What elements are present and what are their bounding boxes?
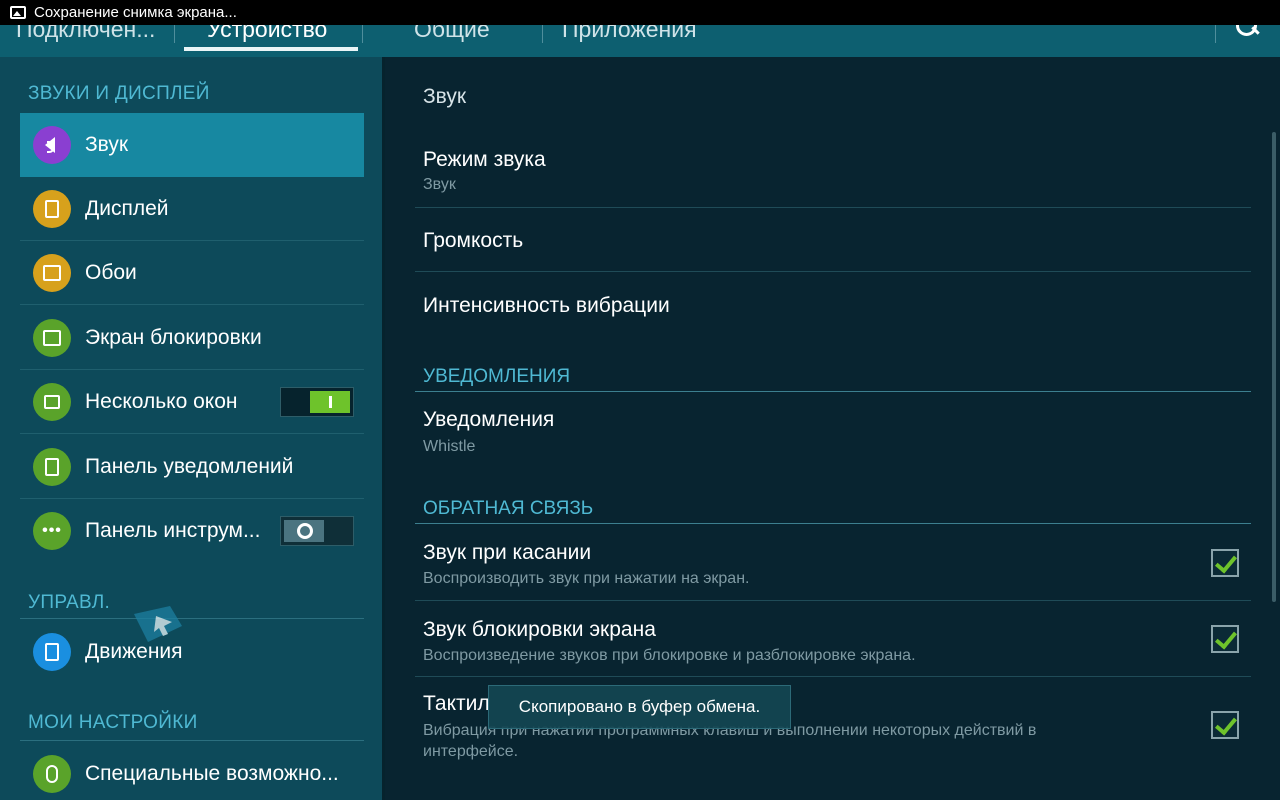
watermark-logo-icon	[134, 606, 182, 642]
lock-sound-checkbox[interactable]	[1211, 625, 1239, 653]
section-notifications: УВЕДОМЛЕНИЯ	[423, 366, 571, 387]
hand-icon	[33, 755, 71, 793]
setting-subtitle: Воспроизводить звук при нажатии на экран…	[423, 570, 750, 587]
tab-separator	[1215, 25, 1216, 43]
setting-subtitle: Воспроизведение звуков при блокировке и …	[423, 647, 916, 664]
setting-title: Громкость	[423, 229, 524, 252]
speaker-icon	[33, 126, 71, 164]
menu-item-label: Специальные возможно...	[85, 762, 339, 785]
multi-window-icon	[33, 382, 71, 421]
menu-item-toolbox[interactable]: ••• Панель инструм...	[20, 499, 364, 563]
menu-item-label: Несколько окон	[85, 389, 238, 413]
section-feedback: ОБРАТНАЯ СВЯЗЬ	[423, 498, 594, 519]
setting-subtitle-continued: интерфейсе.	[423, 743, 519, 760]
menu-item-display[interactable]: Дисплей	[20, 177, 364, 241]
menu-item-label: Экран блокировки	[85, 325, 262, 349]
setting-subtitle: Звук	[423, 176, 456, 193]
tab-general[interactable]: Общие	[414, 25, 490, 43]
section-sounds-display: ЗВУКИ И ДИСПЛЕЙ	[28, 83, 210, 104]
tab-bar: Подключен... Устройство Общие Приложения	[0, 25, 1280, 57]
screenshot-icon	[10, 6, 26, 19]
menu-item-label: Обои	[85, 260, 137, 284]
notification-panel-icon	[33, 447, 71, 486]
tab-device[interactable]: Устройство	[207, 25, 327, 43]
menu-item-label: Дисплей	[85, 196, 169, 220]
setting-title: Тактил	[423, 692, 490, 715]
wallpaper-icon	[33, 253, 71, 292]
section-divider	[20, 618, 364, 619]
menu-item-notification-panel[interactable]: Панель уведомлений	[20, 435, 364, 499]
touch-sound-checkbox[interactable]	[1211, 549, 1239, 577]
menu-item-multi-window[interactable]: Несколько окон	[20, 370, 364, 434]
setting-vibration-intensity[interactable]: Интенсивность вибрации	[415, 272, 1251, 336]
setting-title: Интенсивность вибрации	[423, 294, 670, 317]
tab-separator	[362, 25, 363, 43]
tab-separator	[542, 25, 543, 43]
setting-notifications[interactable]: Уведомления Whistle	[415, 392, 1251, 466]
menu-item-label: Звук	[85, 133, 129, 156]
section-divider	[20, 740, 364, 741]
multi-window-toggle[interactable]	[280, 387, 354, 417]
section-controls: УПРАВЛ.	[28, 592, 111, 613]
tab-separator	[174, 25, 175, 43]
lock-screen-icon	[33, 318, 71, 357]
display-icon	[33, 189, 71, 228]
toast-message: Скопировано в буфер обмена.	[488, 685, 791, 729]
status-bar: Сохранение снимка экрана...	[0, 0, 1280, 25]
toolbox-toggle[interactable]	[280, 516, 354, 546]
menu-item-label: Панель уведомлений	[85, 454, 294, 478]
tab-applications[interactable]: Приложения	[562, 25, 697, 43]
active-tab-indicator	[184, 47, 358, 51]
setting-subtitle: Whistle	[423, 438, 476, 455]
setting-title: Уведомления	[423, 408, 555, 431]
menu-item-wallpaper[interactable]: Обои	[20, 241, 364, 305]
scrollbar[interactable]	[1272, 132, 1276, 602]
setting-title: Звук при касании	[423, 541, 592, 564]
toolbox-icon: •••	[33, 512, 71, 550]
haptic-feedback-checkbox[interactable]	[1211, 711, 1239, 739]
setting-touch-sound[interactable]: Звук при касании Воспроизводить звук при…	[415, 524, 1251, 601]
setting-sound-mode[interactable]: Режим звука Звук	[415, 135, 1251, 208]
setting-title: Режим звука	[423, 148, 546, 171]
setting-title: Звук блокировки экрана	[423, 618, 656, 641]
tab-connections[interactable]: Подключен...	[16, 25, 155, 43]
setting-volume[interactable]: Громкость	[415, 208, 1251, 272]
status-text: Сохранение снимка экрана...	[34, 4, 237, 21]
motion-icon	[33, 633, 71, 671]
setting-lock-sound[interactable]: Звук блокировки экрана Воспроизведение з…	[415, 601, 1251, 677]
menu-item-sound[interactable]: Звук	[20, 113, 364, 177]
menu-item-label: Панель инструм...	[85, 519, 261, 542]
search-icon[interactable]	[1236, 25, 1260, 39]
section-my-settings: МОИ НАСТРОЙКИ	[28, 712, 198, 733]
panel-title: Звук	[423, 85, 467, 108]
menu-item-motion[interactable]: Движения	[20, 620, 364, 684]
menu-item-lock-screen[interactable]: Экран блокировки	[20, 306, 364, 370]
menu-item-accessibility[interactable]: Специальные возможно...	[20, 742, 364, 800]
